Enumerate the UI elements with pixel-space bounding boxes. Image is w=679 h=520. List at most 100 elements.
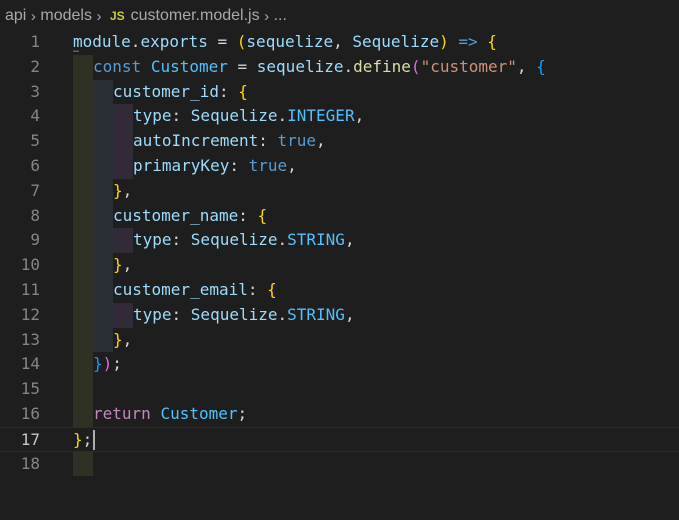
code-text: customer_name: {: [113, 204, 267, 229]
indent-guide: [73, 129, 93, 154]
code-token: sequelize: [256, 56, 344, 76]
breadcrumb-item-file[interactable]: customer.model.js: [131, 7, 260, 25]
line-number: 5: [30, 131, 40, 151]
line-number: 3: [30, 81, 40, 101]
indent-guide: [73, 402, 93, 427]
indent-guide: [73, 203, 93, 229]
line-number: 15: [20, 379, 40, 399]
indent-guide: [73, 451, 93, 477]
line-number: 17: [20, 429, 40, 449]
code-token: (: [410, 56, 421, 76]
chevron-right-icon: ›: [96, 7, 102, 25]
indent-guide: [73, 302, 93, 328]
code-line[interactable]: 10},: [0, 253, 679, 278]
code-token: autoIncrement: [133, 131, 259, 151]
code-token: {: [267, 280, 277, 299]
code-text: });: [93, 352, 122, 377]
indent-guide: [73, 327, 93, 353]
code-line[interactable]: 13},: [0, 327, 679, 353]
breadcrumb-item-api[interactable]: api: [5, 7, 26, 25]
code-line[interactable]: 18: [0, 451, 679, 477]
code-token: =: [207, 32, 237, 51]
indent-guide: [93, 228, 113, 254]
code-token: ,: [344, 230, 355, 250]
code-line[interactable]: 8 customer_name: {: [0, 203, 679, 229]
code-token: .: [277, 106, 288, 126]
indent-guide: [73, 54, 93, 80]
line-number: 14: [20, 354, 40, 374]
fold-hint-dots-icon: …: [73, 44, 80, 55]
code-token: :: [218, 81, 239, 101]
chevron-right-icon: ›: [264, 7, 270, 25]
indent-guide: [73, 79, 93, 105]
code-token: {: [536, 56, 546, 76]
code-token: return: [93, 404, 151, 423]
code-token: .: [343, 56, 354, 76]
code-token: (: [236, 32, 247, 51]
code-token: true: [277, 131, 317, 151]
code-text: type: Sequelize.INTEGER,: [133, 104, 364, 129]
code-token: Customer: [150, 56, 228, 76]
code-token: ,: [316, 131, 326, 151]
code-token: Sequelize: [190, 304, 278, 324]
code-line[interactable]: 7},: [0, 178, 679, 204]
line-number: 4: [30, 106, 40, 126]
code-token: }: [73, 429, 83, 449]
code-text: primaryKey: true,: [133, 154, 297, 179]
breadcrumb-item-symbols[interactable]: ...: [274, 7, 287, 25]
code-line[interactable]: 1 module.exports = (sequelize, Sequelize)…: [0, 30, 679, 55]
code-token: :: [171, 304, 191, 324]
code-token: primaryKey: [133, 156, 230, 175]
code-token: ;: [82, 429, 93, 449]
code-text: return Customer;: [93, 402, 247, 427]
code-line[interactable]: 12 type: Sequelize.STRING,: [0, 302, 679, 328]
line-number: 10: [20, 255, 40, 275]
code-line[interactable]: 14});: [0, 352, 679, 378]
code-token: Sequelize: [190, 106, 278, 126]
code-line[interactable]: 3 customer_id: {: [0, 79, 679, 105]
code-text: },: [113, 179, 132, 204]
line-number: 13: [20, 329, 40, 349]
code-token: customer_name: [113, 205, 239, 225]
code-line[interactable]: 9 type: Sequelize.STRING,: [0, 228, 679, 254]
code-line[interactable]: 4 type: Sequelize.INTEGER,: [0, 104, 679, 130]
code-token: :: [238, 205, 258, 225]
line-number: 2: [30, 56, 40, 76]
code-token: type: [133, 230, 172, 250]
indent-guide: [93, 154, 113, 179]
code-line[interactable]: 17};: [0, 426, 679, 453]
code-text: customer_email: {: [113, 278, 277, 303]
indent-guide: [113, 129, 133, 154]
code-token: ,: [344, 304, 355, 324]
indent-guide: [73, 377, 93, 402]
code-line[interactable]: 5 autoIncrement: true,: [0, 129, 679, 154]
code-token: .: [277, 230, 288, 250]
code-line[interactable]: 15: [0, 377, 679, 402]
code-text: };: [73, 428, 96, 453]
indent-guide: [93, 278, 113, 303]
code-text: },: [113, 253, 132, 278]
line-number: 1: [30, 32, 40, 51]
code-token: ,: [122, 329, 133, 349]
code-token: {: [238, 81, 248, 101]
code-token: .: [130, 32, 141, 51]
code-line[interactable]: 6 primaryKey: true,: [0, 154, 679, 179]
indent-guide: [93, 327, 113, 353]
code-line[interactable]: 16 return Customer;: [0, 402, 679, 427]
code-editor[interactable]: 1 module.exports = (sequelize, Sequelize)…: [0, 30, 679, 520]
code-line[interactable]: 2 const Customer = sequelize.define("cust…: [0, 54, 679, 80]
code-token: ,: [516, 56, 537, 76]
code-token: sequelize: [246, 32, 334, 51]
line-number: 12: [20, 304, 40, 324]
code-token: ;: [237, 404, 248, 423]
code-token: :: [258, 131, 278, 151]
code-line[interactable]: 11 customer_email: {: [0, 278, 679, 303]
code-token: =>: [458, 32, 478, 51]
code-token: .: [277, 304, 288, 324]
code-token: true: [248, 156, 288, 175]
indent-guide: [93, 178, 113, 204]
breadcrumb-item-models[interactable]: models: [40, 7, 92, 25]
code-token: define: [353, 56, 411, 76]
